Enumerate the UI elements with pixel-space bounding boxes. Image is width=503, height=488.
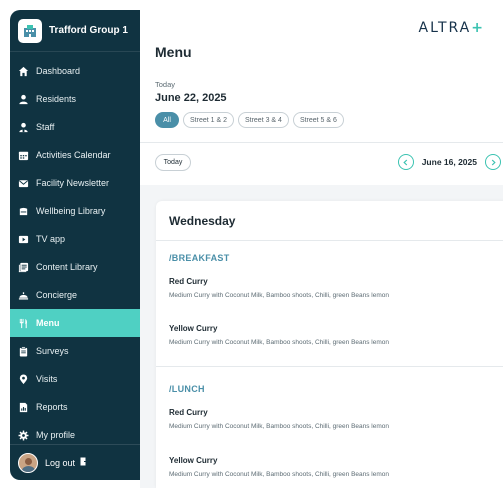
sidebar-item-label: Menu — [36, 318, 60, 328]
sidebar-item-wellbeing-library[interactable]: Wellbeing Library — [10, 197, 140, 225]
header-divider — [140, 142, 503, 143]
card-divider — [156, 366, 503, 367]
sidebar-item-label: Surveys — [36, 346, 69, 356]
dish-name: Red Curry — [169, 408, 208, 417]
sidebar-item-label: TV app — [36, 234, 66, 244]
sidebar-item-facility-newsletter[interactable]: Facility Newsletter — [10, 169, 140, 197]
day-title: Wednesday — [169, 214, 236, 228]
sidebar-item-content-library[interactable]: Content Library — [10, 253, 140, 281]
mail-icon — [18, 178, 29, 189]
logo-text: ALTRA — [418, 20, 472, 36]
sidebar-item-residents[interactable]: Residents — [10, 85, 140, 113]
filter-chips: All Street 1 & 2 Street 3 & 4 Street 5 &… — [155, 112, 348, 128]
sidebar-item-label: Content Library — [36, 262, 98, 272]
chevron-right-icon — [490, 153, 497, 171]
avatar[interactable] — [18, 452, 38, 473]
sidebar-item-label: Wellbeing Library — [36, 206, 106, 216]
content-icon — [18, 262, 29, 273]
dish-description: Medium Curry with Coconut Milk, Bamboo s… — [169, 423, 390, 430]
dish-name: Yellow Curry — [169, 324, 218, 333]
home-icon — [18, 66, 29, 77]
sidebar-item-label: Concierge — [36, 290, 78, 300]
filter-chip-street-5-6[interactable]: Street 5 & 6 — [292, 112, 344, 128]
sidebar-item-reports[interactable]: Reports — [10, 393, 140, 421]
previous-date-button[interactable] — [397, 153, 414, 171]
chevron-left-icon — [402, 153, 409, 171]
calendar-icon — [18, 150, 29, 161]
sidebar-item-label: Staff — [36, 122, 55, 132]
current-date: June 22, 2025 — [155, 92, 227, 104]
altra-logo: ALTRA+ — [419, 20, 485, 36]
bell-icon — [18, 290, 29, 301]
play-icon — [18, 234, 29, 245]
selected-date: June 16, 2025 — [421, 157, 477, 167]
sidebar-item-concierge[interactable]: Concierge — [10, 281, 140, 309]
logo-plus: + — [471, 20, 485, 36]
sidebar: Trafford Group 1 Dashboard Residents Sta… — [10, 10, 140, 480]
clipboard-icon — [18, 346, 29, 357]
dish-description: Medium Curry with Coconut Milk, Bamboo s… — [169, 292, 390, 299]
location-icon — [18, 373, 29, 385]
sidebar-item-label: Dashboard — [36, 66, 81, 76]
sidebar-item-visits[interactable]: Visits — [10, 365, 140, 393]
brand-name: Trafford Group 1 — [49, 25, 128, 36]
sidebar-item-label: Visits — [36, 374, 58, 384]
today-button[interactable]: Today — [155, 154, 191, 171]
filter-chip-street-1-2[interactable]: Street 1 & 2 — [183, 112, 234, 128]
sidebar-item-surveys[interactable]: Surveys — [10, 337, 140, 365]
brand-header[interactable]: Trafford Group 1 — [10, 10, 140, 52]
card-divider — [156, 240, 503, 241]
filter-chip-street-3-4[interactable]: Street 3 & 4 — [237, 112, 289, 128]
filter-chip-all[interactable]: All — [155, 112, 179, 128]
logout-icon — [80, 457, 88, 468]
sidebar-footer: Log out — [10, 444, 140, 480]
dish-name: Yellow Curry — [169, 456, 218, 465]
sidebar-item-label: My profile — [36, 430, 76, 440]
person-icon — [18, 94, 29, 105]
sidebar-nav: Dashboard Residents Staff Activities Cal… — [10, 57, 140, 449]
sidebar-item-staff[interactable]: Staff — [10, 113, 140, 141]
header: ALTRA+ Menu Today June 22, 2025 All Stre… — [140, 0, 503, 185]
gear-icon — [18, 430, 29, 441]
menu-card: Wednesday /BREAKFAST Red Curry Medium Cu… — [156, 201, 503, 488]
today-label: Today — [155, 80, 176, 89]
dish-description: Medium Curry with Coconut Milk, Bamboo s… — [169, 339, 390, 346]
sidebar-item-label: Reports — [36, 402, 68, 412]
section-title-lunch: /LUNCH — [169, 384, 205, 394]
sidebar-item-menu[interactable]: Menu — [10, 309, 140, 337]
next-date-button[interactable] — [485, 154, 501, 170]
main-content: ALTRA+ Menu Today June 22, 2025 All Stre… — [140, 0, 503, 488]
page-title: Menu — [155, 44, 192, 60]
sidebar-item-label: Facility Newsletter — [36, 178, 110, 188]
library-icon — [18, 206, 29, 217]
sidebar-item-label: Residents — [36, 94, 77, 104]
cutlery-icon — [18, 318, 29, 329]
report-icon — [18, 402, 29, 413]
section-title-breakfast: /BREAKFAST — [169, 253, 230, 263]
sidebar-item-activities-calendar[interactable]: Activities Calendar — [10, 141, 140, 169]
building-logo-icon — [18, 18, 42, 43]
dish-name: Red Curry — [169, 277, 208, 286]
logout-label: Log out — [45, 457, 76, 468]
date-navigator: June 16, 2025 — [397, 153, 501, 171]
sidebar-item-dashboard[interactable]: Dashboard — [10, 57, 140, 85]
staff-icon — [18, 122, 29, 133]
logout-button[interactable]: Log out — [45, 457, 88, 468]
dish-description: Medium Curry with Coconut Milk, Bamboo s… — [169, 471, 390, 478]
sidebar-item-label: Activities Calendar — [36, 150, 111, 160]
sidebar-item-tv-app[interactable]: TV app — [10, 225, 140, 253]
